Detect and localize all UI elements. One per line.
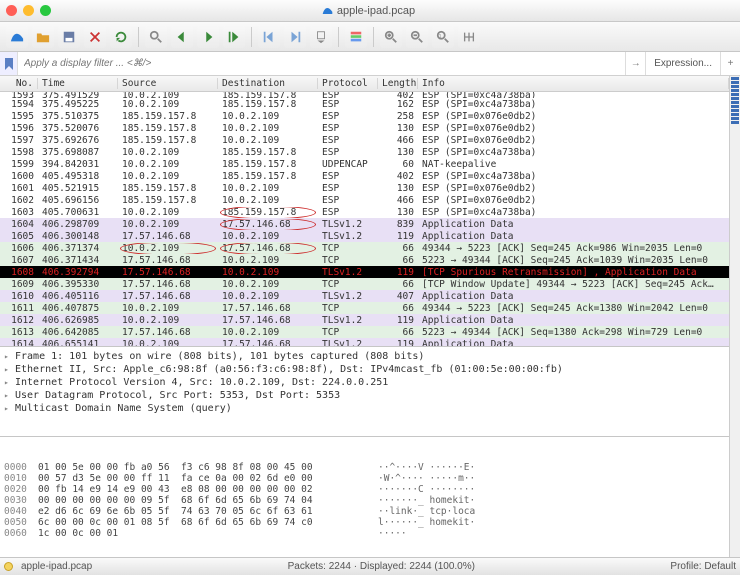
display-filter-input[interactable] xyxy=(18,52,625,75)
col-dest[interactable]: Destination xyxy=(218,78,318,89)
hex-row[interactable]: 002000 fb 14 e9 14 e9 00 43 e8 08 00 00 … xyxy=(4,484,725,495)
packet-row[interactable]: 1602405.696156185.159.157.810.0.2.109ESP… xyxy=(0,194,729,206)
find-button[interactable] xyxy=(145,26,167,48)
filter-add-button[interactable]: + xyxy=(720,52,740,75)
packet-row[interactable]: 1605406.30014817.57.146.6810.0.2.109TLSv… xyxy=(0,230,729,242)
filter-apply-button[interactable]: → xyxy=(625,52,645,75)
packet-row[interactable]: 1601405.521915185.159.157.810.0.2.109ESP… xyxy=(0,182,729,194)
bookmark-icon xyxy=(4,58,14,70)
interfaces-icon[interactable] xyxy=(6,26,28,48)
packet-row[interactable]: 1598375.69808710.0.2.109185.159.157.8ESP… xyxy=(0,146,729,158)
filter-bookmark-button[interactable] xyxy=(0,52,18,75)
window-title-text: apple-ipad.pcap xyxy=(337,5,415,17)
close-window-button[interactable] xyxy=(6,5,17,16)
hex-row[interactable]: 003000 00 00 00 00 00 09 5f 68 6f 6d 65 … xyxy=(4,495,725,506)
filter-bar: → Expression... + xyxy=(0,52,740,76)
packet-row[interactable]: 1603405.70063110.0.2.109185.159.157.8ESP… xyxy=(0,206,729,218)
status-profile[interactable]: Profile: Default xyxy=(670,561,736,572)
save-button[interactable] xyxy=(58,26,80,48)
packet-row[interactable]: 1604406.29870910.0.2.10917.57.146.68TLSv… xyxy=(0,218,729,230)
expand-icon[interactable]: ▸ xyxy=(4,391,12,400)
minimize-window-button[interactable] xyxy=(23,5,34,16)
col-no[interactable]: No. xyxy=(0,78,38,89)
resize-columns-button[interactable] xyxy=(458,26,480,48)
hex-row[interactable]: 00506c 00 00 0c 00 01 08 5f 68 6f 6d 65 … xyxy=(4,517,725,528)
packet-row[interactable]: 1600405.49531810.0.2.109185.159.157.8ESP… xyxy=(0,170,729,182)
expand-icon[interactable]: ▸ xyxy=(4,365,12,374)
colorize-button[interactable] xyxy=(345,26,367,48)
hex-row[interactable]: 000001 00 5e 00 00 fb a0 56 f3 c6 98 8f … xyxy=(4,462,725,473)
status-bar: apple-ipad.pcap Packets: 2244 · Displaye… xyxy=(0,557,740,575)
packet-details[interactable]: ▸Frame 1: 101 bytes on wire (808 bits), … xyxy=(0,346,729,436)
detail-tree-item[interactable]: ▸Ethernet II, Src: Apple_c6:98:8f (a0:56… xyxy=(4,363,725,376)
expand-icon[interactable]: ▸ xyxy=(4,404,12,413)
go-forward-button[interactable] xyxy=(197,26,219,48)
detail-tree-item[interactable]: ▸Internet Protocol Version 4, Src: 10.0.… xyxy=(4,376,725,389)
hex-row[interactable]: 001000 57 d3 5e 00 00 ff 11 fa ce 0a 00 … xyxy=(4,473,725,484)
main-toolbar: 1 xyxy=(0,22,740,52)
traffic-lights[interactable] xyxy=(6,5,51,16)
packet-row[interactable]: 1608406.39279417.57.146.6810.0.2.109TLSv… xyxy=(0,266,729,278)
packet-row[interactable]: 1599394.84203110.0.2.109185.159.157.8UDP… xyxy=(0,158,729,170)
packet-row[interactable]: 1597375.692676185.159.157.810.0.2.109ESP… xyxy=(0,134,729,146)
titlebar: apple-ipad.pcap xyxy=(0,0,740,22)
packet-row[interactable]: 1611406.40787510.0.2.10917.57.146.68TCP6… xyxy=(0,302,729,314)
packet-row[interactable]: 1609406.39533017.57.146.6810.0.2.109TCP6… xyxy=(0,278,729,290)
col-proto[interactable]: Protocol xyxy=(318,78,378,89)
zoom-window-button[interactable] xyxy=(40,5,51,16)
col-info[interactable]: Info xyxy=(418,78,729,89)
reload-button[interactable] xyxy=(110,26,132,48)
detail-tree-item[interactable]: ▸User Datagram Protocol, Src Port: 5353,… xyxy=(4,389,725,402)
packet-list-header[interactable]: No. Time Source Destination Protocol Len… xyxy=(0,76,729,92)
close-file-button[interactable] xyxy=(84,26,106,48)
packet-row[interactable]: 1594375.49522510.0.2.109185.159.157.8ESP… xyxy=(0,98,729,110)
open-file-button[interactable] xyxy=(32,26,54,48)
status-packet-count: Packets: 2244 · Displayed: 2244 (100.0%) xyxy=(100,561,662,572)
packet-bytes[interactable]: 000001 00 5e 00 00 fb a0 56 f3 c6 98 8f … xyxy=(0,436,729,557)
packet-row[interactable]: 1614406.65514110.0.2.10917.57.146.68TLSv… xyxy=(0,338,729,346)
detail-tree-item[interactable]: ▸Multicast Domain Name System (query) xyxy=(4,402,725,415)
packet-row[interactable]: 1607406.37143417.57.146.6810.0.2.109TCP6… xyxy=(0,254,729,266)
expression-button[interactable]: Expression... xyxy=(645,52,720,75)
col-length[interactable]: Length xyxy=(378,78,418,89)
hex-row[interactable]: 0040e2 d6 6c 69 6e 6b 05 5f 74 63 70 05 … xyxy=(4,506,725,517)
expert-info-button[interactable] xyxy=(4,562,13,571)
go-back-button[interactable] xyxy=(171,26,193,48)
svg-text:1: 1 xyxy=(439,33,442,39)
window-title: apple-ipad.pcap xyxy=(51,5,686,17)
packet-row[interactable]: 1613406.64208517.57.146.6810.0.2.109TCP6… xyxy=(0,326,729,338)
col-source[interactable]: Source xyxy=(118,78,218,89)
zoom-reset-button[interactable]: 1 xyxy=(432,26,454,48)
status-file: apple-ipad.pcap xyxy=(21,561,92,572)
auto-scroll-button[interactable] xyxy=(310,26,332,48)
col-time[interactable]: Time xyxy=(38,78,118,89)
hex-row[interactable]: 00601c 00 0c 00 01····· xyxy=(4,528,725,539)
packet-row[interactable]: 1610406.40511617.57.146.6810.0.2.109TLSv… xyxy=(0,290,729,302)
go-to-packet-button[interactable] xyxy=(223,26,245,48)
zoom-out-button[interactable] xyxy=(406,26,428,48)
packet-row[interactable]: 1596375.520076185.159.157.810.0.2.109ESP… xyxy=(0,122,729,134)
detail-tree-item[interactable]: ▸Frame 1: 101 bytes on wire (808 bits), … xyxy=(4,350,725,363)
zoom-in-button[interactable] xyxy=(380,26,402,48)
packet-overview-scrollbar[interactable] xyxy=(730,76,740,557)
packet-row[interactable]: 1595375.510375185.159.157.810.0.2.109ESP… xyxy=(0,110,729,122)
expand-icon[interactable]: ▸ xyxy=(4,378,12,387)
go-last-button[interactable] xyxy=(284,26,306,48)
packet-list[interactable]: No. Time Source Destination Protocol Len… xyxy=(0,76,729,346)
go-first-button[interactable] xyxy=(258,26,280,48)
packet-row[interactable]: 1606406.37137410.0.2.10917.57.146.68TCP6… xyxy=(0,242,729,254)
packet-row[interactable]: 1612406.62698510.0.2.10917.57.146.68TLSv… xyxy=(0,314,729,326)
expand-icon[interactable]: ▸ xyxy=(4,352,12,361)
packet-row[interactable]: 1593375.49152910.0.2.109185.159.157.8ESP… xyxy=(0,92,729,98)
wireshark-icon xyxy=(322,5,333,16)
